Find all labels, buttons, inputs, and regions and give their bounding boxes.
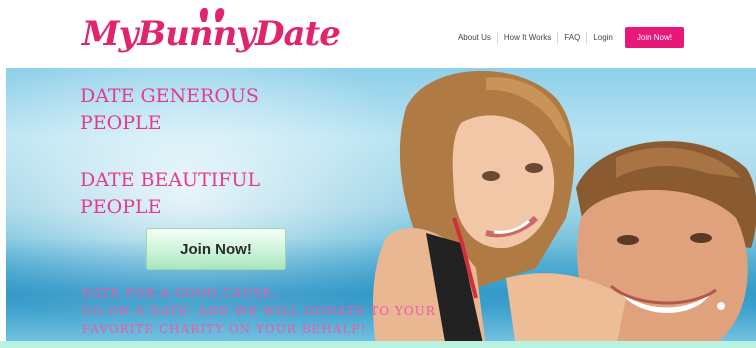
cause-line3: FAVORITE CHARITY ON YOUR BEHALF! (82, 322, 367, 336)
headline-generous-line1: DATE GENEROUS (80, 85, 259, 107)
cause-line1: DATE FOR A GOOD CAUSE, (82, 286, 278, 300)
headline-generous-line2: PEOPLE (80, 112, 162, 134)
logo[interactable]: MyBunnyDate (82, 7, 341, 60)
nav-how-it-works-link[interactable]: How It Works (498, 31, 559, 44)
logo-text: MyBunnyDate (82, 14, 341, 54)
headline-beautiful-line2: PEOPLE (80, 196, 162, 218)
nav-join-button[interactable]: Join Now! (624, 27, 684, 48)
hero-join-button[interactable]: Join Now! (146, 228, 286, 270)
nav-about-link[interactable]: About Us (452, 31, 498, 44)
cause-line2: GO ON A DATE- AND WE WILL DONATE TO YOUR (82, 304, 436, 318)
headline-beautiful-line1: DATE BEAUTIFUL (80, 169, 261, 191)
hero-banner: DATE GENEROUS PEOPLE DATE BEAUTIFUL PEOP… (6, 68, 756, 348)
bottom-strip (0, 341, 756, 348)
nav-login-link[interactable]: Login (587, 32, 619, 44)
site-header: MyBunnyDate About Us How It Works FAQ Lo… (0, 0, 756, 68)
top-nav: About Us How It Works FAQ Login Join Now… (452, 27, 684, 48)
nav-faq-link[interactable]: FAQ (558, 31, 588, 44)
